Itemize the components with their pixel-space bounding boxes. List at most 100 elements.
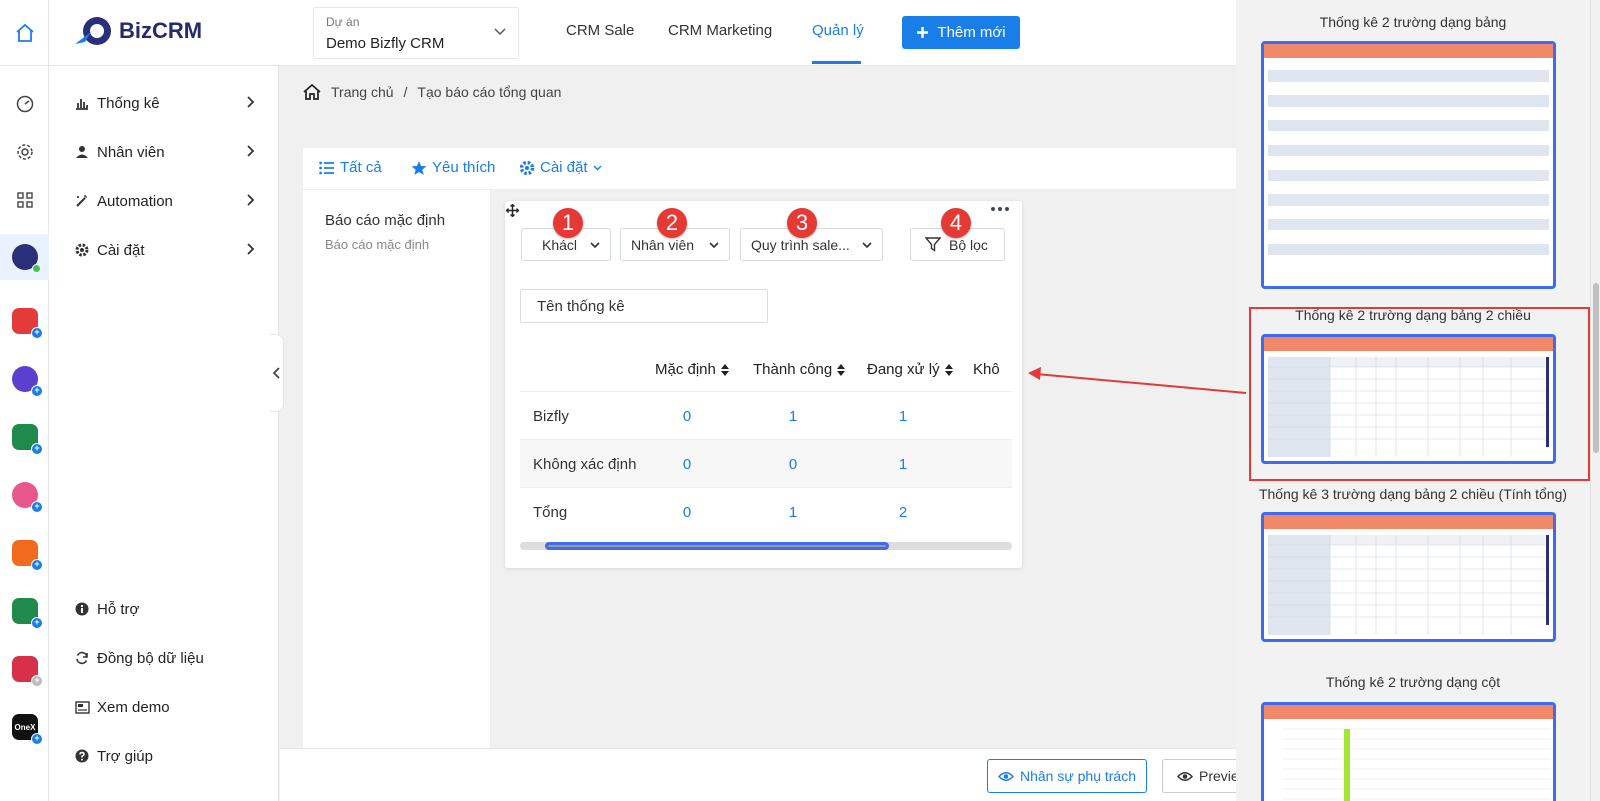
table-cell[interactable]: 1	[783, 408, 803, 425]
settings-dropdown[interactable]: Cài đặt	[519, 159, 602, 176]
table-cell[interactable]: 0	[783, 456, 803, 473]
help-icon	[75, 749, 97, 763]
bar-chart-icon	[75, 96, 97, 110]
home-icon[interactable]	[303, 84, 321, 100]
sync-icon	[75, 651, 97, 665]
sidebar-item-tro-giup[interactable]: Trợ giúp	[75, 741, 255, 771]
template-thumbnail-table[interactable]	[1261, 41, 1556, 289]
dashboard-icon	[16, 95, 33, 113]
add-new-button[interactable]: Thêm mới	[902, 16, 1020, 49]
sort-icon	[944, 363, 953, 376]
main-sidebar: Thống kê Nhân viên Automation Cài đặt Hỗ…	[49, 66, 279, 801]
brand-name-part1: Biz	[119, 18, 152, 43]
step-badge-2: 2	[657, 208, 687, 238]
sidebar-item-cai-dat[interactable]: Cài đặt	[75, 235, 255, 265]
nav-quan-ly[interactable]: Quản lý	[812, 22, 864, 39]
bizcrm-logo-icon	[75, 17, 111, 45]
mail-app-icon[interactable]: +	[12, 308, 43, 339]
table-cell[interactable]: 2	[893, 504, 913, 521]
table-header: Mặc định Thành công Đang xử lý Khô	[520, 339, 1012, 393]
translate-app-icon-2[interactable]: +	[12, 598, 43, 629]
translate-app-icon[interactable]: +	[12, 424, 43, 455]
sort-icon	[720, 363, 729, 376]
sidebar-item-automation[interactable]: Automation	[75, 186, 255, 216]
scrollbar-thumb[interactable]	[545, 542, 890, 550]
breadcrumb-home[interactable]: Trang chủ	[331, 84, 394, 100]
thumbnail-rows	[1264, 58, 1553, 269]
nav-active-underline	[812, 61, 861, 64]
template-thumbnail-column[interactable]	[1261, 702, 1556, 801]
template-title: Thống kê 2 trường dạng bảng	[1319, 14, 1507, 30]
bizcrm-logo[interactable]: BizCRM	[73, 14, 202, 48]
chevron-down-icon	[593, 165, 602, 170]
chevron-down-icon	[590, 242, 600, 249]
onex-app-icon[interactable]: OneX +	[12, 714, 43, 745]
sidebar-item-label: Thống kê	[97, 94, 160, 112]
chevron-down-icon	[709, 242, 719, 249]
template-thumbnail-3-field-sum[interactable]	[1261, 512, 1556, 642]
panel-vertical-scrollbar[interactable]	[1590, 0, 1600, 801]
table-cell[interactable]: 0	[677, 504, 697, 521]
tab-favorite-label: Yêu thích	[432, 159, 496, 176]
thumbnail-header-bar	[1264, 44, 1553, 58]
apps-button[interactable]	[0, 180, 49, 220]
mail-app-icon-2[interactable]: +	[12, 656, 43, 687]
table-cell[interactable]: 0	[677, 456, 697, 473]
home-button[interactable]	[0, 0, 49, 66]
sidebar-item-label: Xem demo	[97, 698, 170, 716]
column-header-thanh-cong[interactable]: Thành công	[753, 361, 846, 378]
nav-crm-sale[interactable]: CRM Sale	[566, 22, 634, 39]
filter-value: Bộ lọc	[949, 236, 988, 253]
sidebar-collapse-toggle[interactable]	[270, 334, 284, 412]
sidebar-item-xem-demo[interactable]: Xem demo	[75, 692, 255, 722]
table-horizontal-scrollbar[interactable]	[520, 542, 1012, 550]
list-icon	[319, 161, 334, 174]
report-list-title[interactable]: Báo cáo mặc định	[325, 212, 445, 229]
template-title: Thống kê 2 trường dạng cột	[1325, 674, 1501, 690]
gear-icon	[519, 160, 535, 175]
info-icon	[75, 602, 97, 616]
stats-table: Mặc định Thành công Đang xử lý Khô Bizfl…	[520, 339, 1012, 554]
tab-all-label: Tất cả	[340, 159, 382, 176]
bot-app-icon[interactable]: +	[12, 366, 43, 397]
stat-name-input[interactable]: Tên thống kê	[520, 289, 768, 323]
scrollbar-thumb[interactable]	[1593, 283, 1599, 453]
column-header-khong[interactable]: Khô	[973, 361, 1000, 378]
sidebar-item-label: Nhân viên	[97, 143, 165, 161]
column-header-dang-xu-ly[interactable]: Đang xử lý	[867, 361, 953, 378]
thumbnail-grid	[1268, 535, 1549, 635]
sidebar-item-label: Trợ giúp	[97, 747, 153, 765]
sidebar-item-thong-ke[interactable]: Thống kê	[75, 88, 255, 118]
person-icon	[75, 145, 97, 159]
thumbnail-column-chart	[1282, 728, 1551, 801]
gear-icon	[16, 144, 33, 160]
report-toolbar: Tất cả Yêu thích Cài đặt	[303, 148, 1236, 190]
dashboard-button[interactable]	[0, 84, 49, 124]
settings-button[interactable]	[0, 132, 49, 172]
project-selector[interactable]: Dự án Demo Bizfly CRM	[313, 7, 519, 59]
sidebar-item-label: Đồng bộ dữ liệu	[97, 649, 204, 667]
assignee-button[interactable]: Nhân sự phụ trách	[987, 759, 1147, 793]
sidebar-item-dong-bo[interactable]: Đồng bộ dữ liệu	[75, 643, 255, 673]
column-header-mac-dinh[interactable]: Mặc định	[655, 361, 729, 378]
table-cell[interactable]: 1	[893, 456, 913, 473]
sidebar-item-ho-tro[interactable]: Hỗ trợ	[75, 594, 255, 624]
eye-icon	[998, 771, 1014, 781]
nav-crm-marketing[interactable]: CRM Marketing	[668, 22, 772, 39]
heart-app-icon[interactable]: +	[12, 482, 43, 513]
tab-favorite[interactable]: Yêu thích	[411, 159, 495, 176]
settings-label: Cài đặt	[540, 159, 588, 176]
sidebar-item-label: Automation	[97, 192, 173, 210]
table-cell[interactable]: 1	[893, 408, 913, 425]
eye-icon	[1177, 771, 1193, 781]
move-handle-icon[interactable]	[506, 204, 519, 217]
tab-all[interactable]: Tất cả	[319, 159, 382, 176]
step-badge-3: 3	[787, 208, 817, 238]
shop-app-icon[interactable]: +	[12, 540, 43, 571]
sidebar-item-nhan-vien[interactable]: Nhân viên	[75, 137, 255, 167]
table-row: Bizfly 0 1 1	[520, 391, 1012, 439]
table-cell[interactable]: 0	[677, 408, 697, 425]
table-cell[interactable]: 1	[783, 504, 803, 521]
bizcrm-app-icon[interactable]	[12, 244, 41, 273]
widget-more-icon[interactable]	[991, 207, 1009, 211]
